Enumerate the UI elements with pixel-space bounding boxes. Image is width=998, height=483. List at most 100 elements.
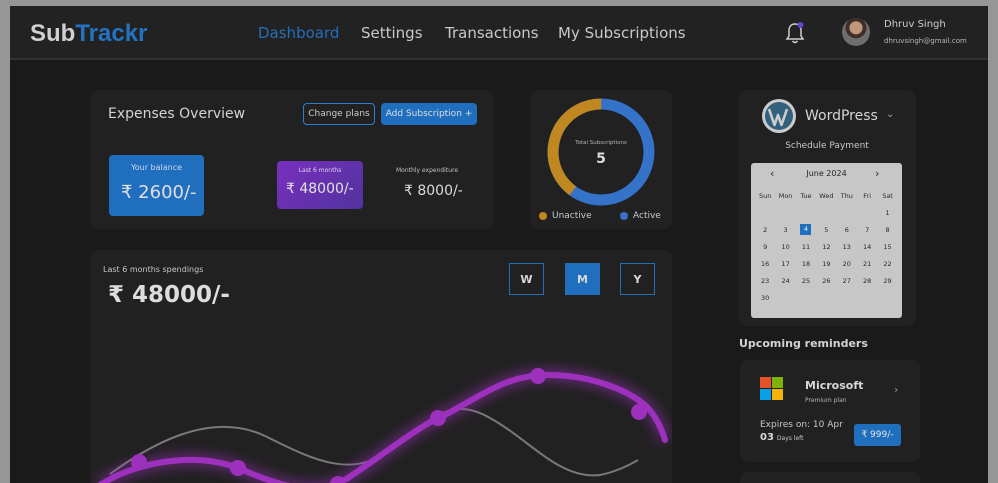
chevron-right-icon[interactable]: › [894,383,898,396]
calendar-day[interactable]: 17 [775,260,795,268]
calendar-day-number: 2 [763,225,768,234]
chevron-down-icon[interactable]: ⌄ [886,109,894,120]
calendar-day[interactable]: 18 [796,260,816,268]
calendar-day[interactable]: 19 [816,260,836,268]
calendar-weekday: Sat [882,191,893,200]
calendar-week-row: 1 [755,204,898,221]
calendar-day-number: 15 [883,242,892,251]
calendar-day[interactable]: 30 [755,294,775,302]
calendar-day[interactable]: 25 [796,277,816,285]
calendar-day[interactable]: 23 [755,277,775,285]
calendar-weekday: Mon [778,191,793,200]
reminder-price-button[interactable]: ₹ 999/- [854,424,901,446]
schedule-payment-card: WordPress ⌄ Schedule Payment ‹ June 2024… [738,90,916,326]
calendar-day-number: 30 [761,293,770,302]
schedule-payment-label: Schedule Payment [785,141,869,151]
legend-inactive-label: Unactive [552,211,592,221]
calendar-day[interactable]: 6 [837,226,857,234]
calendar-day[interactable]: 12 [816,243,836,251]
calendar-day-number: 11 [801,242,811,251]
calendar-day-number: 12 [822,242,831,251]
nav-dashboard[interactable]: Dashboard [258,24,339,42]
calendar-day-number: 5 [824,225,829,234]
chart-point[interactable] [230,460,246,476]
calendar-day-number: 7 [865,225,870,234]
nav-settings[interactable]: Settings [361,24,423,42]
calendar-day-number: 24 [781,276,790,285]
donut-center-label: Total Subscriptions [574,140,627,146]
calendar-week-row: 2 3 4 5 6 7 8 [755,221,898,238]
nav-my-subscriptions[interactable]: My Subscriptions [558,24,686,42]
calendar-day-number: 8 [885,225,890,234]
calendar-day[interactable]: 7 [857,226,877,234]
calendar-day[interactable]: 4 [796,224,816,235]
expenses-title: Expenses Overview [108,106,246,122]
reminder-card-microsoft[interactable]: Microsoft Premium plan › Expires on: 10 … [740,360,920,462]
calendar-day[interactable]: 8 [877,226,897,234]
calendar-day[interactable]: 2 [755,226,775,234]
calendar-day[interactable]: 1 [877,209,897,217]
calendar-day[interactable]: 22 [877,260,897,268]
calendar-day[interactable]: 3 [775,226,795,234]
donut-total-value: 5 [596,151,606,167]
nav-transactions[interactable]: Transactions [445,24,539,42]
calendar-week-row: 16 17 18 19 20 21 22 [755,255,898,272]
calendar-day[interactable]: 24 [775,277,795,285]
top-bar: SubTrackr Dashboard Settings Transaction… [10,6,988,60]
monthly-expenditure-label: Monthly expenditure [396,167,459,174]
calendar-day[interactable]: 26 [816,277,836,285]
balance-label: Your balance [130,163,183,172]
calendar-day[interactable]: 10 [775,243,795,251]
user-name: Dhruv Singh [884,19,946,30]
notification-bell-icon[interactable] [784,21,806,45]
chart-point[interactable] [430,410,446,426]
calendar-day[interactable]: 11 [796,243,816,251]
calendar-next-icon[interactable]: › [875,167,879,180]
upcoming-reminders-title: Upcoming reminders [739,337,868,350]
calendar-week-row: 23 24 25 26 27 28 29 [755,272,898,289]
calendar-day[interactable]: 9 [755,243,775,251]
subscriptions-donut-card: Total Subscriptions 5 Unactive Active [530,90,672,229]
subscriptions-donut-chart: Total Subscriptions 5 [547,98,655,206]
calendar-day[interactable]: 14 [857,243,877,251]
calendar-day-number: 13 [842,242,851,251]
calendar-grid: Sun Mon Tue Wed Thu Fri Sat 1 2 3 4 5 6 7 8 9 10 11 12 13 14… [755,187,898,306]
calendar-day[interactable]: 29 [877,277,897,285]
calendar-day-number: 23 [761,276,770,285]
spendings-purple-line [97,371,668,483]
calendar-day-number: 16 [761,259,770,268]
calendar-day-number: 27 [842,276,851,285]
chart-point[interactable] [631,404,647,420]
calendar-day[interactable]: 15 [877,243,897,251]
reminder-plan: Premium plan [805,397,847,404]
six-months-value: ₹ 48000/- [286,181,354,197]
legend-active-label: Active [633,211,661,221]
calendar-day[interactable]: 21 [857,260,877,268]
calendar-day-number: 6 [844,225,849,234]
inactive-dot [539,212,547,220]
calendar-day[interactable]: 28 [857,277,877,285]
reminder-card-next[interactable] [740,472,920,483]
chart-point[interactable] [131,454,147,470]
calendar-day[interactable]: 16 [755,260,775,268]
notification-dot [797,22,804,28]
calendar-day[interactable]: 13 [837,243,857,251]
calendar-day[interactable]: 20 [837,260,857,268]
balance-value: ₹ 2600/- [121,182,197,203]
calendar-day[interactable]: 5 [816,226,836,234]
calendar-day[interactable]: 27 [837,277,857,285]
reminder-days-suffix: Days left [776,435,804,442]
change-plans-button[interactable]: Change plans [303,103,375,125]
calendar-day-number: 1 [885,208,890,217]
calendar-week-row: 9 10 11 12 13 14 15 [755,238,898,255]
app-logo[interactable]: SubTrackr [30,20,147,48]
calendar-weekday: Tue [800,191,812,200]
reminder-days-left: 03 Days left [760,432,804,443]
reminder-days-count: 03 [760,432,774,443]
service-name[interactable]: WordPress [805,108,878,124]
reminder-name: Microsoft [805,379,864,392]
user-avatar[interactable] [842,18,870,46]
chart-point[interactable] [530,368,546,384]
add-subscription-button[interactable]: Add Subscription + [381,103,477,125]
calendar-day-number: 4 [800,224,812,235]
